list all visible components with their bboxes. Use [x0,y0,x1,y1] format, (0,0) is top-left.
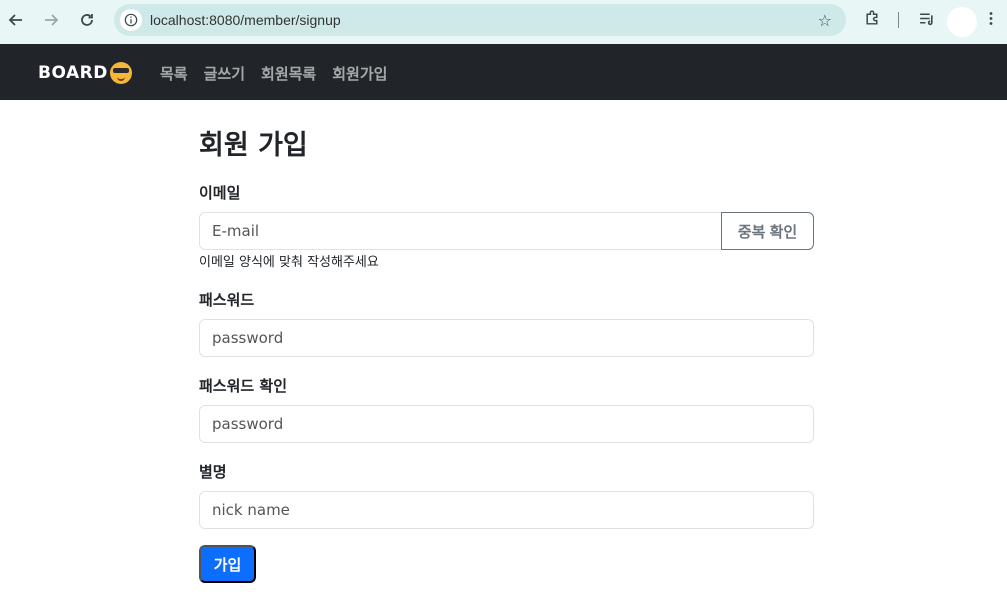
address-bar[interactable]: localhost:8080/member/signup ☆ [114,4,846,36]
email-helper-text: 이메일 양식에 맞춰 작성해주세요 [199,255,379,270]
back-button[interactable] [3,7,29,33]
password-label: 패스워드 [199,291,255,309]
kebab-menu-icon[interactable] [988,10,994,31]
nav-links: 목록 글쓰기 회원목록 회원가입 [160,63,403,84]
signup-submit-button[interactable]: 가입 [199,545,256,583]
puzzle-icon[interactable] [864,10,881,31]
password-confirm-input[interactable] [199,405,814,443]
brand-text: BOARD [38,63,108,83]
brand-link[interactable]: BOARD [38,62,132,84]
forward-button[interactable] [38,7,64,33]
info-icon [124,13,138,27]
site-navbar: BOARD 목록 글쓰기 회원목록 회원가입 [0,44,1007,100]
reload-icon [81,14,93,26]
sunglasses-emoji-icon [109,62,132,84]
arrow-right-icon [45,14,59,26]
star-icon[interactable]: ☆ [818,11,832,30]
email-input[interactable] [199,212,722,250]
page-title: 회원 가입 [199,130,308,161]
duplicate-check-button[interactable]: 중복 확인 [721,212,814,250]
reload-button[interactable] [74,7,100,33]
nav-link-signup[interactable]: 회원가입 [332,63,387,84]
profile-avatar[interactable] [947,7,977,37]
url-text[interactable]: localhost:8080/member/signup [150,12,341,28]
arrow-left-icon [8,14,22,26]
playlist-icon[interactable] [918,10,935,31]
toolbar-separator [898,12,899,28]
nickname-input[interactable] [199,491,814,529]
nav-link-list[interactable]: 목록 [160,63,188,84]
nav-link-member-list[interactable]: 회원목록 [261,63,316,84]
nav-link-write[interactable]: 글쓰기 [204,63,245,84]
password-confirm-label: 패스워드 확인 [199,377,288,395]
password-input[interactable] [199,319,814,357]
browser-toolbar: localhost:8080/member/signup ☆ [0,0,1007,44]
email-label: 이메일 [199,184,241,202]
site-info-button[interactable] [120,9,142,31]
nickname-label: 별명 [199,463,227,481]
